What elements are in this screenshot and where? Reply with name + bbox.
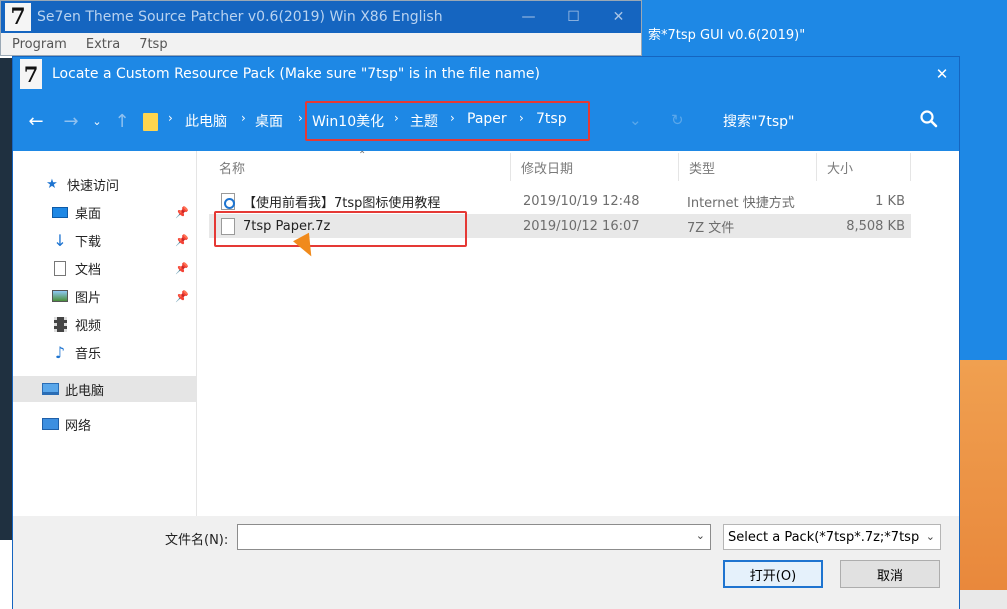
sidebar-item-network[interactable]: 网络 — [13, 411, 197, 437]
dialog-logo-icon: 7 — [20, 59, 42, 89]
search-input[interactable]: 搜索"7tsp" — [723, 111, 794, 131]
computer-icon — [41, 381, 59, 397]
address-dropdown-chevron-icon[interactable]: ⌄ — [629, 111, 642, 129]
refresh-icon[interactable]: ↻ — [671, 111, 684, 129]
open-button[interactable]: 打开(O) — [723, 560, 823, 588]
download-icon: ↓ — [53, 230, 67, 250]
breadcrumb-this-pc[interactable]: 此电脑 — [185, 111, 227, 131]
background-title-prefix: 索 — [648, 28, 662, 43]
file-size: 1 KB — [875, 193, 905, 209]
patcher-window-controls: — ☐ ✕ — [506, 9, 641, 25]
dialog-title: Locate a Custom Resource Pack (Make sure… — [52, 66, 540, 82]
file-type: 7Z 文件 — [687, 220, 735, 236]
file-list-header: 名称 修改日期 类型 大小 — [209, 153, 911, 181]
breadcrumb-separator[interactable]: › — [241, 111, 246, 125]
sidebar-item-label: 此电脑 — [65, 383, 105, 399]
file-row[interactable]: 【使用前看我】7tsp图标使用教程 2019/10/19 12:48 Inter… — [209, 189, 911, 213]
breadcrumb-desktop[interactable]: 桌面 — [255, 111, 283, 131]
background-window-corner — [960, 590, 1007, 609]
sidebar-item-label: 文档 — [75, 262, 102, 278]
pin-icon[interactable]: 📌 — [175, 262, 189, 275]
internet-shortcut-icon — [221, 192, 235, 210]
file-type: Internet 快捷方式 — [687, 195, 795, 211]
dialog-close-button[interactable]: ✕ — [925, 65, 959, 83]
sidebar-item-videos[interactable]: 视频 — [13, 311, 197, 337]
patcher-window: 7 Se7en Theme Source Patcher v0.6(2019) … — [0, 0, 642, 56]
sidebar-item-music[interactable]: ♪ 音乐 — [13, 339, 197, 365]
video-icon — [51, 316, 69, 332]
patcher-title: Se7en Theme Source Patcher v0.6(2019) Wi… — [37, 9, 443, 25]
sidebar-item-downloads[interactable]: ↓ 下载 📌 — [13, 227, 197, 253]
column-header-name[interactable]: 名称 — [209, 153, 511, 181]
star-icon: ★ — [46, 176, 58, 192]
pin-icon[interactable]: 📌 — [175, 206, 189, 219]
navigation-pane: ★ 快速访问 桌面 📌 ↓ 下载 📌 文档 📌 图片 📌 视频 ♪ 音乐 此电脑… — [13, 151, 197, 516]
patcher-titlebar[interactable]: 7 Se7en Theme Source Patcher v0.6(2019) … — [1, 1, 641, 33]
close-button[interactable]: ✕ — [596, 9, 641, 25]
menu-program[interactable]: Program — [1, 37, 75, 52]
network-icon — [41, 416, 59, 432]
sidebar-item-documents[interactable]: 文档 📌 — [13, 255, 197, 281]
background-app-title: 索*7tsp GUI v0.6(2019)" — [648, 24, 805, 43]
picture-icon — [51, 288, 69, 304]
column-header-date[interactable]: 修改日期 — [511, 153, 679, 181]
recent-locations-chevron-icon[interactable]: ⌄ — [90, 115, 104, 128]
path-highlight-box — [305, 101, 590, 141]
sidebar-item-label: 图片 — [75, 290, 102, 306]
maximize-button[interactable]: ☐ — [551, 9, 596, 25]
sidebar-item-desktop[interactable]: 桌面 📌 — [13, 199, 197, 225]
file-date: 2019/10/19 12:48 — [523, 193, 640, 209]
open-file-dialog: 7 Locate a Custom Resource Pack (Make su… — [12, 56, 960, 609]
filename-label: 文件名(N): — [165, 533, 229, 548]
patcher-menubar: Program Extra 7tsp — [1, 33, 641, 55]
column-header-type[interactable]: 类型 — [679, 153, 817, 181]
sidebar-item-label: 桌面 — [75, 206, 102, 222]
background-title-text: *7tsp GUI v0.6(2019)" — [661, 28, 806, 43]
sidebar-item-label: 网络 — [65, 418, 92, 434]
file-type-filter-value: Select a Pack(*7tsp*.7z;*7tsp — [728, 529, 920, 545]
desktop-icon — [51, 204, 69, 220]
sidebar-item-label: 下载 — [75, 234, 102, 250]
music-icon: ♪ — [54, 342, 66, 362]
file-size: 8,508 KB — [846, 218, 905, 234]
chevron-down-icon[interactable]: ⌄ — [923, 530, 935, 543]
file-name: 【使用前看我】7tsp图标使用教程 — [243, 195, 441, 211]
background-app-window: 索*7tsp GUI v0.6(2019)" — [640, 0, 1007, 58]
patcher-logo-icon: 7 — [5, 3, 31, 31]
chevron-down-icon[interactable]: ⌄ — [696, 529, 705, 542]
sidebar-item-this-pc[interactable]: 此电脑 — [13, 376, 197, 402]
back-arrow-icon[interactable]: ← — [25, 111, 47, 132]
sidebar-item-pictures[interactable]: 图片 📌 — [13, 283, 197, 309]
search-icon[interactable] — [919, 109, 939, 129]
up-arrow-icon[interactable]: ↑ — [111, 111, 133, 132]
dialog-titlebar[interactable]: 7 Locate a Custom Resource Pack (Make su… — [13, 57, 959, 91]
file-date: 2019/10/12 16:07 — [523, 218, 640, 234]
pin-icon[interactable]: 📌 — [175, 290, 189, 303]
cancel-button[interactable]: 取消 — [840, 560, 940, 588]
sidebar-item-quick-access[interactable]: ★ 快速访问 — [13, 171, 197, 197]
sidebar-item-label: 视频 — [75, 318, 102, 334]
desktop-wallpaper — [960, 360, 1007, 609]
file-type-filter-select[interactable]: Select a Pack(*7tsp*.7z;*7tsp ⌄ — [723, 524, 941, 550]
document-icon — [51, 260, 69, 276]
filename-input[interactable]: ⌄ — [237, 524, 711, 550]
folder-icon — [143, 113, 158, 131]
breadcrumb-separator[interactable]: › — [168, 111, 173, 125]
column-header-size[interactable]: 大小 — [817, 153, 911, 181]
menu-extra[interactable]: Extra — [75, 37, 128, 52]
pin-icon[interactable]: 📌 — [175, 234, 189, 247]
breadcrumb-separator[interactable]: › — [298, 111, 303, 125]
sidebar-item-label: 音乐 — [75, 346, 102, 362]
sidebar-item-label: 快速访问 — [67, 178, 120, 194]
file-highlight-box — [214, 211, 467, 247]
forward-arrow-icon[interactable]: → — [60, 111, 82, 132]
minimize-button[interactable]: — — [506, 9, 551, 25]
background-window-left-edge — [0, 58, 12, 540]
menu-7tsp[interactable]: 7tsp — [128, 37, 175, 52]
file-name-cell: 【使用前看我】7tsp图标使用教程 — [209, 192, 511, 211]
